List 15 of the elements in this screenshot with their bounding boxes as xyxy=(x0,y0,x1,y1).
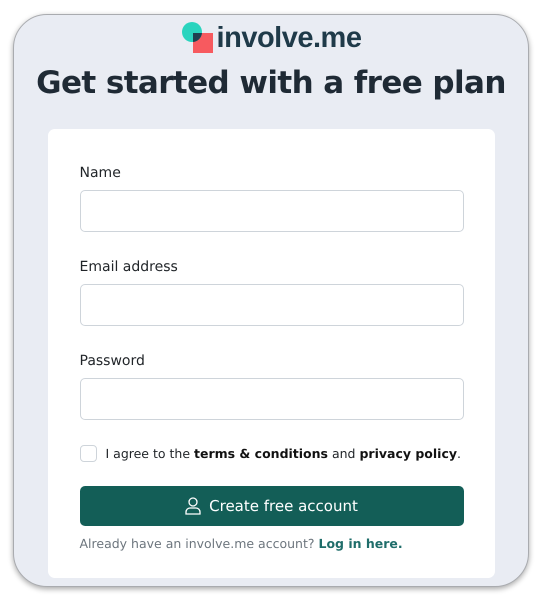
agreement-text: I agree to the terms & conditions and privacy policy. xyxy=(106,446,462,461)
logo-icon xyxy=(180,21,215,55)
field-label: Name xyxy=(80,164,122,183)
input-field[interactable] xyxy=(80,284,464,326)
logo-text[interactable]: involve.me xyxy=(216,22,362,54)
page-heading: Get started with a free plan xyxy=(36,64,506,103)
user-icon xyxy=(185,497,202,515)
login-link[interactable]: Log in here. xyxy=(318,536,403,551)
create-account-button[interactable]: Create free account xyxy=(80,486,464,526)
field-label: Password xyxy=(80,352,146,371)
input-field[interactable] xyxy=(80,190,464,232)
agree-checkbox[interactable] xyxy=(80,445,96,462)
input-field[interactable] xyxy=(80,378,464,420)
login-prompt: Already have an involve.me account? xyxy=(80,536,314,551)
field-label: Email address xyxy=(80,258,179,277)
